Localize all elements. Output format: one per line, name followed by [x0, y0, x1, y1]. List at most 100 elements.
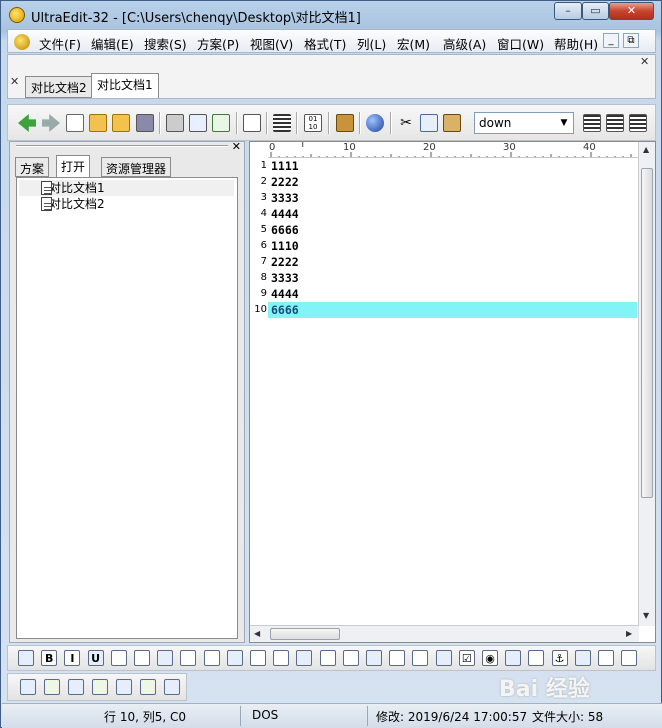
tab-doc2[interactable]: 对比文档2 — [25, 76, 93, 98]
copy-icon[interactable] — [420, 114, 438, 132]
font-size-icon[interactable] — [598, 650, 614, 666]
bold-icon[interactable]: B — [41, 650, 58, 666]
cut-icon[interactable]: ✂ — [397, 114, 415, 132]
paste-special-icon[interactable] — [621, 650, 638, 666]
table-icon[interactable] — [505, 650, 522, 666]
menu-project[interactable]: 方案(P) — [197, 34, 239, 53]
numbered-list-icon[interactable] — [157, 650, 174, 666]
find-combo[interactable]: ▼ — [474, 112, 574, 134]
pane-gripper[interactable]: ✕ — [10, 140, 244, 154]
menu-column[interactable]: 列(L) — [357, 34, 386, 53]
scroll-thumb[interactable] — [641, 168, 653, 498]
code-line[interactable]: 1111 — [268, 158, 637, 174]
menu-file[interactable]: 文件(F) — [39, 34, 81, 53]
forward-arrow-icon[interactable] — [42, 114, 60, 132]
flag-icon[interactable] — [140, 679, 156, 695]
bullet-list-icon[interactable] — [134, 650, 150, 666]
menu-search[interactable]: 搜索(S) — [144, 34, 187, 53]
align-middle-icon[interactable] — [250, 650, 266, 666]
id-icon[interactable] — [92, 679, 108, 695]
web-browser-icon[interactable] — [366, 114, 384, 132]
open-folder-icon[interactable] — [89, 114, 107, 132]
image-icon[interactable] — [528, 650, 545, 666]
mdi-close-icon[interactable]: ✕ — [640, 55, 649, 68]
hidden-field-icon[interactable] — [412, 650, 429, 666]
new-file-icon[interactable] — [66, 114, 84, 132]
horizontal-rule-icon[interactable] — [342, 650, 359, 666]
document-info-icon[interactable] — [68, 679, 84, 695]
align-top-icon[interactable] — [226, 650, 243, 666]
chevron-down-icon[interactable]: ▼ — [556, 114, 572, 132]
back-arrow-icon[interactable] — [18, 114, 36, 132]
menu-window[interactable]: 窗口(W) — [497, 34, 544, 53]
align-left-icon[interactable] — [583, 114, 601, 132]
menu-view[interactable]: 视图(V) — [250, 34, 293, 53]
hex-mode-icon[interactable]: 01 10 — [304, 114, 322, 132]
code-line[interactable]: 3333 — [268, 190, 637, 206]
table-grid-icon[interactable] — [20, 679, 36, 695]
code-line[interactable]: 4444 — [268, 206, 637, 222]
link-icon[interactable] — [574, 650, 591, 666]
tab-project[interactable]: 方案 — [15, 157, 50, 177]
word-wrap-icon[interactable] — [273, 114, 291, 132]
scroll-down-icon[interactable]: ▼ — [643, 611, 649, 620]
code-line[interactable]: 2222 — [268, 174, 637, 190]
form-icon[interactable] — [319, 650, 336, 666]
code-line[interactable]: 2222 — [268, 254, 637, 270]
menu-help[interactable]: 帮助(H) — [554, 34, 598, 53]
list-item[interactable]: 对比文档2 — [19, 196, 234, 212]
align-right-icon[interactable] — [629, 114, 647, 132]
tab-doc1[interactable]: 对比文档1 — [91, 73, 159, 98]
font-color-icon[interactable] — [180, 650, 197, 666]
scroll-up-icon[interactable]: ▲ — [643, 145, 649, 154]
align-justify-icon[interactable] — [296, 650, 313, 666]
book-icon[interactable] — [336, 114, 354, 132]
open-recent-icon[interactable] — [112, 114, 130, 132]
properties-icon[interactable] — [243, 114, 261, 132]
indent-icon[interactable] — [110, 650, 127, 666]
menu-format[interactable]: 格式(T) — [304, 34, 346, 53]
code-line[interactable]: 6666 — [268, 222, 637, 238]
spell-check-icon[interactable] — [212, 114, 230, 132]
html-tag-icon[interactable] — [18, 650, 34, 666]
mdi-restore-button[interactable]: ⧉ — [623, 33, 639, 48]
scroll-right-icon[interactable]: ▶ — [626, 629, 632, 638]
editor-area[interactable]: 0 10 20 30 40 T 1 2 3 4 5 6 7 8 9 10 1111 2222 3333… — [249, 141, 656, 643]
print-icon[interactable] — [166, 114, 184, 132]
horizontal-scrollbar[interactable]: ◀ ▶ — [250, 625, 639, 642]
scroll-left-icon[interactable]: ◀ — [254, 629, 260, 638]
align-bottom-icon[interactable] — [273, 650, 290, 666]
save-icon[interactable] — [136, 114, 154, 132]
copy-format-icon[interactable] — [44, 679, 60, 695]
anchor-icon[interactable]: ⚓ — [551, 650, 568, 666]
text-field-icon[interactable] — [366, 650, 382, 666]
numbering-icon[interactable] — [116, 679, 132, 695]
minimize-button[interactable]: – — [554, 2, 582, 20]
close-button[interactable]: ✕ — [609, 2, 654, 20]
maximize-button[interactable]: ▭ — [582, 2, 609, 20]
mdi-minimize-button[interactable]: _ — [603, 33, 619, 48]
tab-open[interactable]: 打开 — [56, 155, 91, 177]
code-line[interactable]: 3333 — [268, 270, 637, 286]
menu-macro[interactable]: 宏(M) — [397, 34, 430, 53]
document-icon[interactable] — [14, 34, 30, 50]
code-line[interactable]: 1110 — [268, 238, 637, 254]
code-line[interactable]: 6666 — [268, 302, 637, 318]
checkbox-icon[interactable]: ☑ — [458, 650, 475, 666]
export-icon[interactable] — [164, 679, 180, 695]
print-preview-icon[interactable] — [189, 114, 207, 132]
highlight-icon[interactable] — [203, 650, 220, 666]
pane-close-icon[interactable]: ✕ — [232, 140, 241, 153]
radio-icon[interactable]: ◉ — [482, 650, 498, 666]
align-center-icon[interactable] — [606, 114, 624, 132]
code-line[interactable]: 4444 — [268, 286, 637, 302]
list-item[interactable]: 对比文档1 — [19, 180, 234, 196]
scroll-thumb[interactable] — [270, 628, 340, 640]
image-field-icon[interactable] — [435, 650, 452, 666]
tab-explorer[interactable]: 资源管理器 — [101, 157, 172, 177]
button-icon[interactable] — [389, 650, 406, 666]
menu-edit[interactable]: 编辑(E) — [91, 34, 134, 53]
line-ending-format[interactable]: DOS — [252, 708, 278, 722]
italic-icon[interactable]: I — [64, 650, 81, 666]
tab-close-icon[interactable]: ✕ — [10, 75, 19, 88]
